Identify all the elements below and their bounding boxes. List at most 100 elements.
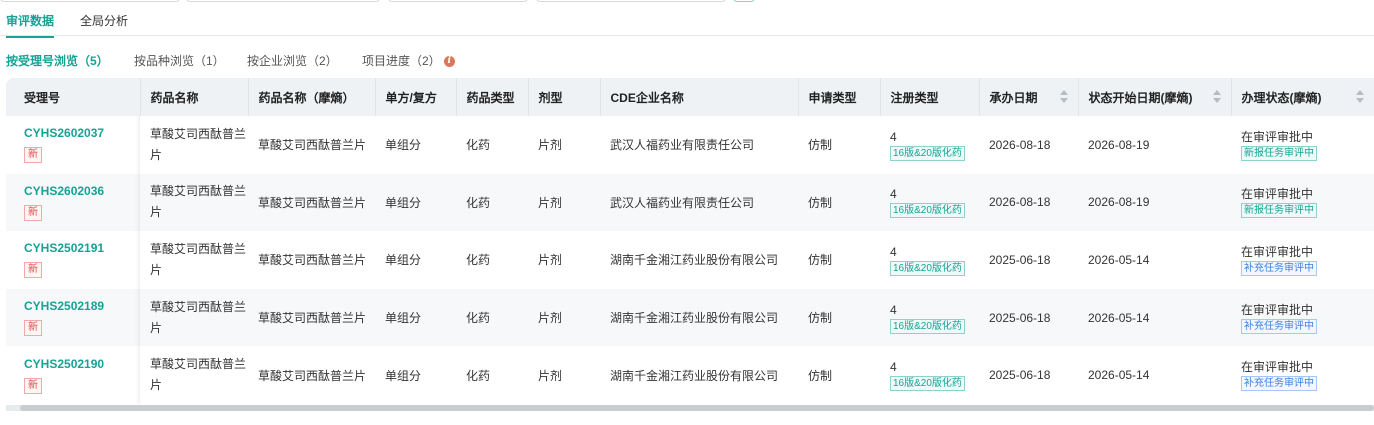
tab-review-data[interactable]: 审评数据 [6, 12, 55, 38]
cell-reg-type: 4 16版&20版化药 [880, 116, 979, 174]
reg-type-number: 4 [890, 244, 897, 259]
status-task-tag: 新报任务审评中 [1241, 145, 1317, 161]
cell-drug-name-ms: 草酸艾司西酞普兰片 [248, 173, 375, 232]
subtab-by-variety[interactable]: 按品种浏览（1） [134, 52, 225, 69]
cell-acceptance-no: CYHS2502189 新 [6, 288, 140, 347]
table-row[interactable]: CYHS2602037 新草酸艾司西酞普兰片 草酸艾司西酞普兰片 单组分 化药 片剂 武汉人… [6, 116, 1374, 174]
table-header-row: 受理号 药品名称 药品名称（摩熵） 单方/复方 药品类型 剂型 CDE企业名称 … [6, 78, 1374, 116]
cell-cde-company: 湖南千金湘江药业股份有限公司 [600, 231, 798, 289]
subtab-project-progress[interactable]: 项目进度（2） i [362, 52, 455, 69]
cell-drug-name: 草酸艾司西酞普兰片 [140, 116, 248, 174]
cell-status-date: 2026-05-14 [1078, 231, 1231, 289]
cell-compound: 单组分 [375, 288, 456, 347]
col-header-status[interactable]: 办理状态(摩熵) [1231, 78, 1374, 116]
cell-handle-date: 2025-06-18 [979, 288, 1078, 347]
cell-status-date: 2026-05-14 [1078, 346, 1231, 404]
status-text: 在审评审批中 [1241, 302, 1314, 317]
reg-type-tag: 16版&20版化药 [890, 376, 965, 392]
reg-type-number: 4 [890, 302, 897, 317]
cell-reg-type: 4 16版&20版化药 [880, 288, 979, 347]
subtab-by-acceptance-no[interactable]: 按受理号浏览（5） [6, 52, 109, 69]
filter-field[interactable] [186, 0, 380, 2]
cell-dosage-form: 片剂 [528, 173, 600, 232]
col-header-dosage-form: 剂型 [528, 78, 601, 116]
filter-field[interactable] [536, 0, 726, 2]
reg-type-number: 4 [890, 187, 897, 202]
cell-dosage-form: 片剂 [528, 116, 600, 174]
cell-dosage-form: 片剂 [528, 288, 600, 347]
cell-apply-type: 仿制 [798, 116, 880, 174]
cell-status-date: 2026-08-19 [1078, 116, 1231, 174]
cell-status-date: 2026-05-14 [1078, 288, 1231, 347]
col-header-cde-company: CDE企业名称 [600, 78, 799, 116]
cell-status: 在审评审批中 新报任务审评中 [1231, 116, 1374, 174]
search-button[interactable] [733, 0, 755, 2]
cell-drug-type: 化药 [456, 116, 528, 174]
col-header-handle-date[interactable]: 承办日期 [979, 78, 1079, 116]
cell-status: 在审评审批中 补充任务审评中 [1231, 288, 1374, 347]
new-badge: 新 [24, 377, 42, 394]
acceptance-no-link[interactable]: CYHS2502190 [24, 357, 140, 371]
cell-acceptance-no: CYHS2602036 新 [6, 173, 140, 232]
cell-handle-date: 2026-08-18 [979, 173, 1078, 232]
col-header-reg-type: 注册类型 [880, 78, 980, 116]
cell-handle-date: 2026-08-18 [979, 116, 1078, 174]
acceptance-no-link[interactable]: CYHS2602037 [24, 126, 140, 140]
col-header-status-date[interactable]: 状态开始日期(摩熵) [1078, 78, 1232, 116]
filter-field[interactable] [388, 0, 528, 2]
cell-compound: 单组分 [375, 116, 456, 174]
cell-drug-type: 化药 [456, 288, 528, 347]
results-table: 受理号 药品名称 药品名称（摩熵） 单方/复方 药品类型 剂型 CDE企业名称 … [6, 78, 1374, 408]
cell-drug-name-ms: 草酸艾司西酞普兰片 [248, 346, 375, 404]
cell-drug-name-ms: 草酸艾司西酞普兰片 [248, 288, 375, 347]
cell-drug-type: 化药 [456, 231, 528, 289]
cell-drug-name: 草酸艾司西酞普兰片 [140, 288, 248, 347]
status-task-tag: 补充任务审评中 [1241, 318, 1317, 334]
status-text: 在审评审批中 [1241, 360, 1314, 375]
cell-acceptance-no: CYHS2502190 新 [6, 346, 140, 404]
sort-icon[interactable] [1059, 90, 1068, 104]
sort-icon[interactable] [1212, 90, 1221, 104]
cell-cde-company: 武汉人福药业有限责任公司 [600, 173, 798, 232]
subtab-by-company[interactable]: 按企业浏览（2） [247, 52, 338, 69]
col-header-compound: 单方/复方 [375, 78, 457, 116]
table-row[interactable]: CYHS2502190 新草酸艾司西酞普兰片 草酸艾司西酞普兰片 单组分 化药 片剂 湖南千… [6, 346, 1374, 404]
cell-drug-name-ms: 草酸艾司西酞普兰片 [248, 231, 375, 289]
sort-icon[interactable] [1355, 90, 1364, 104]
cell-handle-date: 2025-06-18 [979, 346, 1078, 404]
new-badge: 新 [24, 320, 42, 337]
subtab-project-progress-label: 项目进度（2） [362, 54, 441, 68]
tab-global-analysis[interactable]: 全局分析 [80, 12, 128, 29]
cell-cde-company: 湖南千金湘江药业股份有限公司 [600, 288, 798, 347]
reg-type-tag: 16版&20版化药 [890, 145, 965, 161]
cell-reg-type: 4 16版&20版化药 [880, 173, 979, 232]
acceptance-no-link[interactable]: CYHS2502191 [24, 241, 140, 255]
reg-type-number: 4 [890, 360, 897, 375]
col-header-status-label: 办理状态(摩熵) [1241, 90, 1322, 105]
cell-drug-name-ms: 草酸艾司西酞普兰片 [248, 116, 375, 174]
col-header-handle-date-label: 承办日期 [989, 90, 1038, 105]
cell-dosage-form: 片剂 [528, 231, 600, 289]
table-row[interactable]: CYHS2602036 新草酸艾司西酞普兰片 草酸艾司西酞普兰片 单组分 化药 片剂 武汉人… [6, 173, 1374, 232]
cell-compound: 单组分 [375, 173, 456, 232]
info-icon[interactable]: i [443, 56, 455, 68]
col-header-status-date-label: 状态开始日期(摩熵) [1088, 90, 1193, 105]
acceptance-no-link[interactable]: CYHS2502189 [24, 299, 140, 313]
horizontal-scrollbar[interactable] [20, 405, 1374, 411]
cell-drug-name: 草酸艾司西酞普兰片 [140, 346, 248, 404]
acceptance-no-link[interactable]: CYHS2602036 [24, 184, 140, 198]
col-header-acceptance-no: 受理号 [6, 78, 141, 116]
reg-type-tag: 16版&20版化药 [890, 318, 965, 334]
cell-apply-type: 仿制 [798, 346, 880, 404]
filter-field[interactable] [0, 0, 180, 2]
cell-cde-company: 武汉人福药业有限责任公司 [600, 116, 798, 174]
cell-status: 在审评审批中 补充任务审评中 [1231, 231, 1374, 289]
reg-type-tag: 16版&20版化药 [890, 203, 965, 219]
status-task-tag: 新报任务审评中 [1241, 203, 1317, 219]
cell-apply-type: 仿制 [798, 173, 880, 232]
cell-compound: 单组分 [375, 346, 456, 404]
status-text: 在审评审批中 [1241, 187, 1314, 202]
table-row[interactable]: CYHS2502189 新草酸艾司西酞普兰片 草酸艾司西酞普兰片 单组分 化药 片剂 湖南千… [6, 288, 1374, 347]
table-row[interactable]: CYHS2502191 新草酸艾司西酞普兰片 草酸艾司西酞普兰片 单组分 化药 片剂 湖南千… [6, 231, 1374, 289]
col-header-apply-type: 申请类型 [798, 78, 881, 116]
